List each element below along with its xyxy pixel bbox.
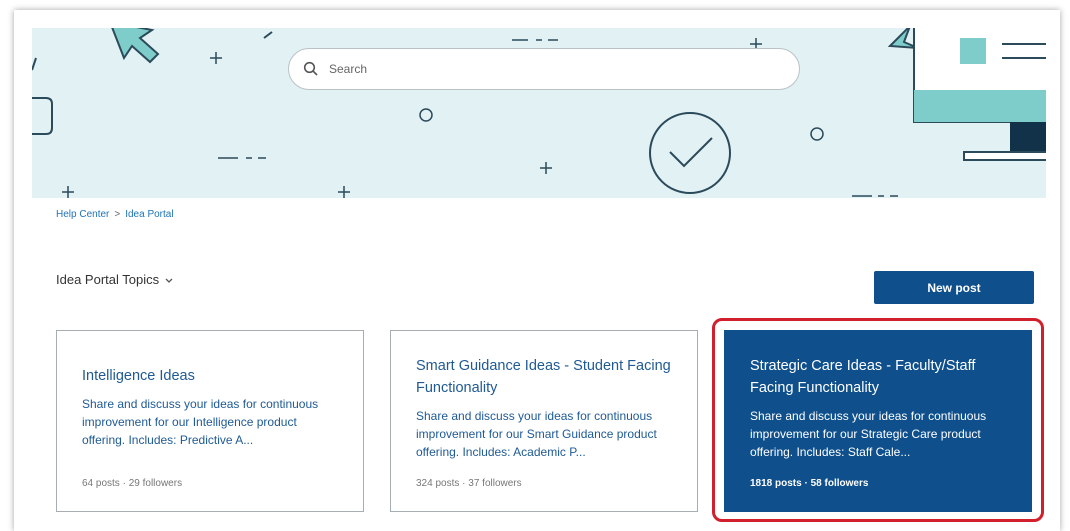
search-icon — [303, 61, 318, 76]
card-title[interactable]: Strategic Care Ideas - Faculty/Staff Fac… — [750, 355, 1007, 399]
meta-separator: · — [804, 478, 808, 489]
topics-dropdown[interactable]: Idea Portal Topics — [56, 272, 174, 287]
topic-card-intelligence[interactable]: Intelligence Ideas Share and discuss you… — [56, 330, 364, 512]
card-meta: 64 posts · 29 followers — [82, 478, 182, 489]
card-meta: 324 posts · 37 followers — [416, 478, 522, 489]
card-description: Share and discuss your ideas for continu… — [82, 397, 319, 447]
breadcrumb-separator: > — [114, 209, 121, 220]
card-description: Share and discuss your ideas for continu… — [750, 409, 987, 459]
breadcrumb: Help Center > Idea Portal — [56, 209, 174, 220]
breadcrumb-idea-portal[interactable]: Idea Portal — [125, 209, 173, 220]
page-frame: Help Center > Idea Portal Idea Portal To… — [14, 10, 1060, 531]
circle-decorations — [419, 108, 824, 141]
search-input[interactable] — [327, 61, 771, 77]
card-description: Share and discuss your ideas for continu… — [416, 409, 657, 459]
meta-separator: · — [462, 478, 466, 489]
breadcrumb-help-center[interactable]: Help Center — [56, 209, 109, 220]
new-post-button[interactable]: New post — [874, 271, 1034, 304]
check-circle-icon — [649, 112, 731, 194]
card-posts-count: 1818 posts — [750, 478, 802, 489]
card-meta: 1818 posts · 58 followers — [750, 478, 868, 489]
meta-separator: · — [122, 478, 126, 489]
card-followers-count: 58 followers — [810, 478, 869, 489]
hero-banner — [32, 28, 1046, 198]
card-title[interactable]: Smart Guidance Ideas - Student Facing Fu… — [416, 355, 673, 399]
topic-card-strategic-care[interactable]: Strategic Care Ideas - Faculty/Staff Fac… — [724, 330, 1032, 512]
monitor-illustration-icon — [887, 28, 1046, 161]
search-bar[interactable] — [288, 48, 800, 90]
card-posts-count: 64 posts — [82, 478, 120, 489]
thumbs-up-icon — [32, 57, 53, 135]
topic-card-smart-guidance[interactable]: Smart Guidance Ideas - Student Facing Fu… — [390, 330, 698, 512]
card-followers-count: 29 followers — [128, 478, 183, 489]
topics-label: Idea Portal Topics — [56, 272, 160, 287]
chevron-down-icon — [165, 278, 173, 283]
card-posts-count: 324 posts — [416, 478, 460, 489]
card-followers-count: 37 followers — [468, 478, 522, 489]
cursor-arrow-icon — [111, 28, 160, 64]
card-title[interactable]: Intelligence Ideas — [82, 365, 339, 387]
